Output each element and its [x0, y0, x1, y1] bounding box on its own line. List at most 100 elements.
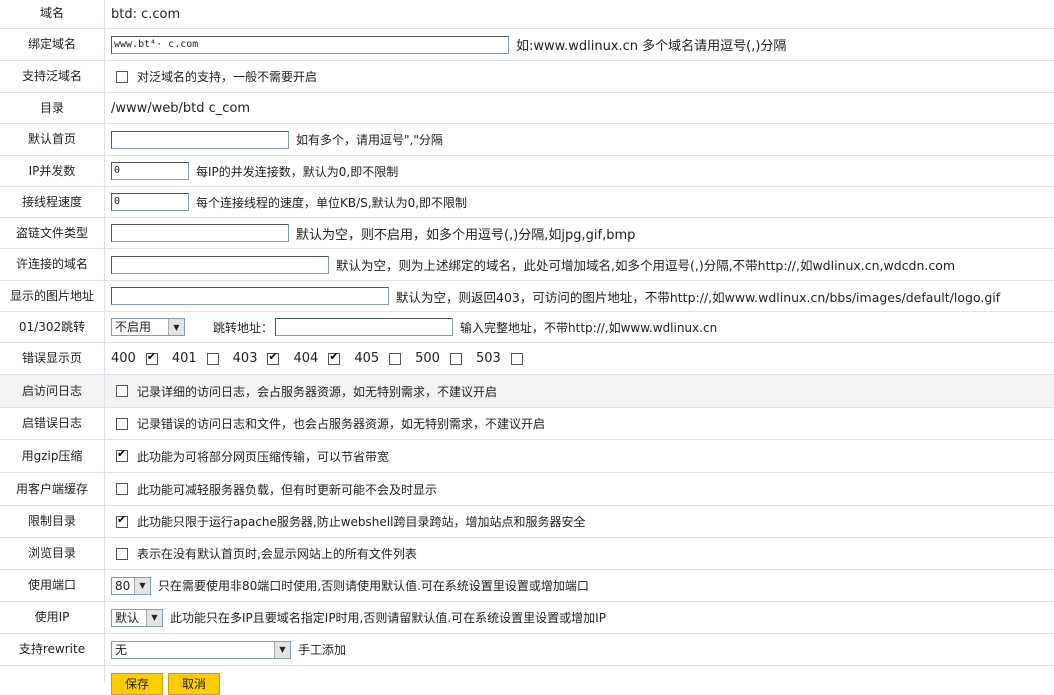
row-redirect: 01/302跳转 不启用 ▼ 跳转地址： 输入完整地址，不带http://,如w…: [0, 312, 1054, 343]
row-gzip: 用gzip压缩 此功能为可将部分网页压缩传输，可以节省带宽: [0, 440, 1054, 473]
error-code-403: 403: [232, 351, 258, 366]
redirect-hint: 输入完整地址，不带http://,如www.wdlinux.cn: [460, 320, 718, 335]
directory-value: /www/web/btd c_com: [111, 100, 251, 116]
label-ip-concurrency: IP并发数: [28, 164, 76, 178]
error-log-checkbox[interactable]: [116, 417, 128, 430]
client-cache-hint: 此功能可减轻服务器负载，但有时更新可能不会及时显示: [137, 482, 438, 497]
redirect-select[interactable]: 不启用 ▼: [111, 318, 185, 336]
row-domain: 域名 btd: c.com: [0, 0, 1054, 29]
error-code-401: 401: [171, 351, 197, 366]
row-error-pages: 错误显示页 400 401 403 404 405 500 503: [0, 343, 1054, 375]
redirect-select-value: 不启用: [115, 320, 152, 334]
label-gzip: 用gzip压缩: [21, 449, 83, 463]
thread-speed-input[interactable]: 0: [111, 193, 189, 211]
label-hotlink-image: 显示的图片地址: [9, 289, 94, 303]
row-allowed-domains: 许连接的域名 默认为空，则为上述绑定的域名，此处可增加域名,如多个用逗号(,)分…: [0, 249, 1054, 281]
label-allowed-domains: 许连接的域名: [15, 257, 88, 271]
row-browse-dir: 浏览目录 表示在没有默认首页时,会显示网站上的所有文件列表: [0, 538, 1054, 570]
hotlink-image-input[interactable]: [111, 287, 389, 305]
row-access-log: 启访问日志 记录详细的访问日志，会占服务器资源，如无特别需求，不建议开启: [0, 375, 1054, 408]
label-thread-speed: 接线程速度: [21, 195, 82, 209]
error-400-checkbox[interactable]: [145, 350, 158, 365]
column-divider: [104, 666, 105, 683]
row-use-ip: 使用IP 默认 ▼ 此功能只在多IP且要域名指定IP时用,否则请留默认值.可在系…: [0, 602, 1054, 634]
bind-domain-hint: 如:www.wdlinux.cn 多个域名请用逗号(,)分隔: [516, 39, 787, 54]
label-rewrite: 支持rewrite: [18, 642, 86, 656]
row-thread-speed: 接线程速度 0 每个连接线程的速度，单位KB/S,默认为0,即不限制: [0, 187, 1054, 218]
use-ip-hint: 此功能只在多IP且要域名指定IP时用,否则请留默认值.可在系统设置里设置或增加I…: [170, 611, 606, 625]
browse-dir-hint: 表示在没有默认首页时,会显示网站上的所有文件列表: [137, 547, 417, 561]
rewrite-select[interactable]: 无 ▼: [111, 640, 291, 659]
row-port: 使用端口 80 ▼ 只在需要使用非80端口时使用,否则请使用默认值.可在系统设置…: [0, 570, 1054, 602]
row-wildcard: 支持泛域名 对泛域名的支持，一般不需要开启: [0, 61, 1054, 93]
label-client-cache: 用客户端缓存: [15, 482, 88, 496]
label-domain: 域名: [39, 6, 64, 20]
redirect-url-label: 跳转地址：: [213, 320, 274, 335]
browse-dir-checkbox[interactable]: [116, 547, 128, 560]
allowed-domains-hint: 默认为空，则为上述绑定的域名，此处可增加域名,如多个用逗号(,)分隔,不带htt…: [336, 258, 956, 273]
label-port: 使用端口: [27, 578, 76, 592]
error-404-checkbox[interactable]: [328, 350, 341, 365]
row-directory: 目录 /www/web/btd c_com: [0, 93, 1054, 124]
hotlink-types-input[interactable]: [111, 224, 289, 242]
error-pages-group: 400 401 403 404 405 500 503: [111, 343, 537, 374]
row-error-log: 启错误日志 记录错误的访问日志和文件，也会占服务器资源，如无特别需求，不建议开启: [0, 408, 1054, 440]
gzip-checkbox[interactable]: [116, 447, 128, 462]
label-default-page: 默认首页: [27, 132, 76, 146]
row-bind-domain: 绑定域名 www.bt⁴· c.com 如:www.wdlinux.cn 多个域…: [0, 29, 1054, 61]
default-page-input[interactable]: [111, 130, 289, 149]
ip-concurrency-input[interactable]: 0: [111, 162, 189, 180]
wildcard-hint: 对泛域名的支持，一般不需要开启: [137, 70, 318, 84]
cancel-button[interactable]: 取消: [168, 673, 220, 695]
chevron-down-icon: ▼: [168, 319, 184, 335]
row-hotlink-image: 显示的图片地址 默认为空，则返回403，可访问的图片地址，不带http://,如…: [0, 281, 1054, 312]
row-restrict-dir: 限制目录 此功能只限于运行apache服务器,防止webshell跨目录跨站，增…: [0, 506, 1054, 538]
error-code-405: 405: [354, 351, 380, 366]
label-bind-domain: 绑定域名: [27, 37, 76, 51]
client-cache-checkbox[interactable]: [116, 483, 128, 495]
error-code-500: 500: [415, 351, 440, 366]
use-ip-select-value: 默认: [115, 610, 140, 625]
error-405-checkbox[interactable]: [389, 352, 402, 365]
label-wildcard: 支持泛域名: [21, 69, 82, 83]
error-401-checkbox[interactable]: [206, 352, 219, 365]
access-log-checkbox[interactable]: [116, 385, 128, 397]
label-hotlink-types: 盗链文件类型: [15, 226, 88, 240]
access-log-hint: 记录详细的访问日志，会占服务器资源，如无特别需求，不建议开启: [137, 384, 498, 399]
thread-speed-hint: 每个连接线程的速度，单位KB/S,默认为0,即不限制: [196, 195, 468, 210]
row-client-cache: 用客户端缓存 此功能可减轻服务器负载，但有时更新可能不会及时显示: [0, 473, 1054, 506]
port-hint: 只在需要使用非80端口时使用,否则请使用默认值.可在系统设置里设置或增加端口: [158, 579, 589, 593]
restrict-dir-checkbox[interactable]: [116, 513, 128, 528]
label-directory: 目录: [39, 101, 64, 115]
error-code-503: 503: [475, 351, 501, 366]
label-error-pages: 错误显示页: [21, 351, 82, 365]
row-default-page: 默认首页 如有多个，请用逗号","分隔: [0, 124, 1054, 156]
rewrite-hint: 手工添加: [298, 643, 347, 657]
label-browse-dir: 浏览目录: [27, 546, 76, 560]
restrict-dir-hint: 此功能只限于运行apache服务器,防止webshell跨目录跨站，增加站点和服…: [137, 515, 586, 529]
gzip-hint: 此功能为可将部分网页压缩传输，可以节省带宽: [137, 449, 390, 464]
ip-concurrency-hint: 每IP的并发连接数，默认为0,即不限制: [196, 164, 399, 179]
error-500-checkbox[interactable]: [449, 352, 462, 365]
rewrite-select-value: 无: [115, 642, 128, 657]
hotlink-types-hint: 默认为空，则不启用，如多个用逗号(,)分隔,如jpg,gif,bmp: [296, 227, 636, 243]
error-code-404: 404: [293, 351, 319, 366]
error-403-checkbox[interactable]: [267, 350, 280, 365]
label-use-ip: 使用IP: [34, 610, 70, 624]
row-hotlink-types: 盗链文件类型 默认为空，则不启用，如多个用逗号(,)分隔,如jpg,gif,bm…: [0, 218, 1054, 249]
label-error-log: 启错误日志: [21, 416, 82, 430]
bind-domain-input[interactable]: www.bt⁴· c.com: [111, 35, 509, 54]
redirect-url-input[interactable]: [275, 318, 454, 336]
row-ip-concurrency: IP并发数 0 每IP的并发连接数，默认为0,即不限制: [0, 156, 1054, 187]
error-503-checkbox[interactable]: [510, 352, 523, 365]
error-log-hint: 记录错误的访问日志和文件，也会占服务器资源，如无特别需求，不建议开启: [137, 417, 546, 431]
row-rewrite: 支持rewrite 无 ▼ 手工添加: [0, 634, 1054, 666]
default-page-hint: 如有多个，请用逗号","分隔: [296, 133, 443, 147]
allowed-domains-input[interactable]: [111, 255, 329, 274]
port-select-value: 80: [115, 578, 131, 593]
save-button[interactable]: 保存: [111, 673, 163, 695]
domain-value: btd: c.com: [111, 6, 181, 22]
use-ip-select[interactable]: 默认 ▼: [111, 608, 163, 627]
wildcard-checkbox[interactable]: [116, 70, 128, 83]
port-select[interactable]: 80 ▼: [111, 576, 151, 595]
